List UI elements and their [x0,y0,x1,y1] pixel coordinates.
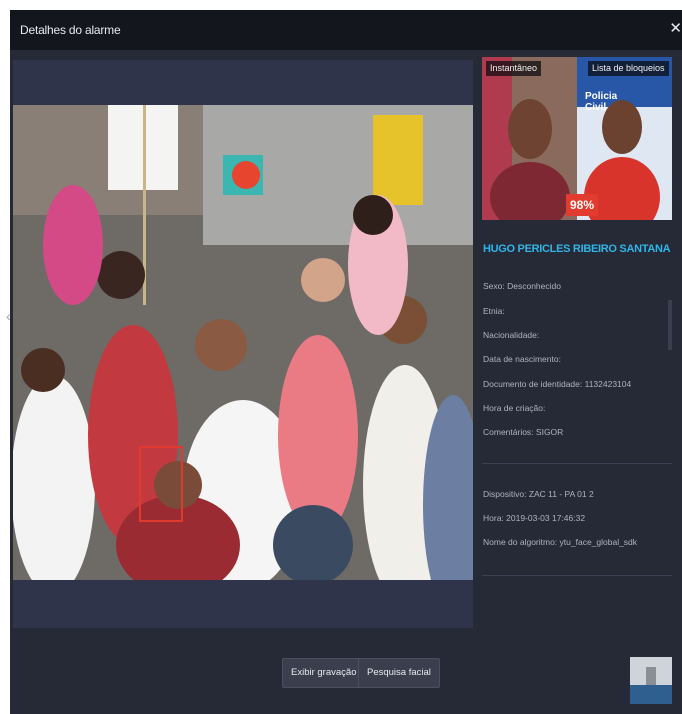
match-score-badge: 98% [566,194,598,216]
field-sex: Sexo: Desconhecido [483,281,561,291]
section-divider [482,463,672,464]
corner-thumbnail-image [630,657,672,704]
thumbnail-strip: Instantâneo Lista de bloqueios Policia C… [482,57,672,220]
field-device: Dispositivo: ZAC 11 - PA 01 2 [483,489,594,499]
show-recording-button[interactable]: Exibir gravação [282,658,366,688]
corner-thumbnail [630,657,672,704]
field-nationality: Nacionalidade: [483,330,540,340]
tab-snapshot[interactable]: Instantâneo [486,61,542,76]
field-id-document: Documento de identidade: 1132423104 [483,379,632,389]
blocklist-overlay-text: Policia Civil [585,91,618,113]
chevron-left-icon[interactable]: ‹ [6,308,11,324]
video-snapshot [13,105,473,580]
crowd-scene-image [13,105,473,580]
facial-search-button[interactable]: Pesquisa facial [358,658,440,688]
person-name: HUGO PERICLES RIBEIRO SANTANA [483,243,671,255]
dialog-title: Detalhes do alarme [20,23,121,37]
field-algorithm: Nome do algoritmo: ytu_face_global_sdk [483,537,638,547]
dialog-titlebar: Detalhes do alarme ✕ [10,10,682,50]
scrollbar[interactable] [668,300,672,350]
field-birth-date: Data de nascimento: [483,354,561,364]
field-creation-time: Hora de criação: [483,403,546,413]
field-time: Hora: 2019-03-03 17:46:32 [483,513,586,523]
close-icon[interactable]: ✕ [669,19,682,37]
face-detection-box[interactable] [139,446,183,522]
tab-blocklist[interactable]: Lista de bloqueios [588,61,669,76]
field-ethnicity: Etnia: [483,306,505,316]
section-divider [482,575,672,576]
field-comments: Comentários: SIGOR [483,427,564,437]
